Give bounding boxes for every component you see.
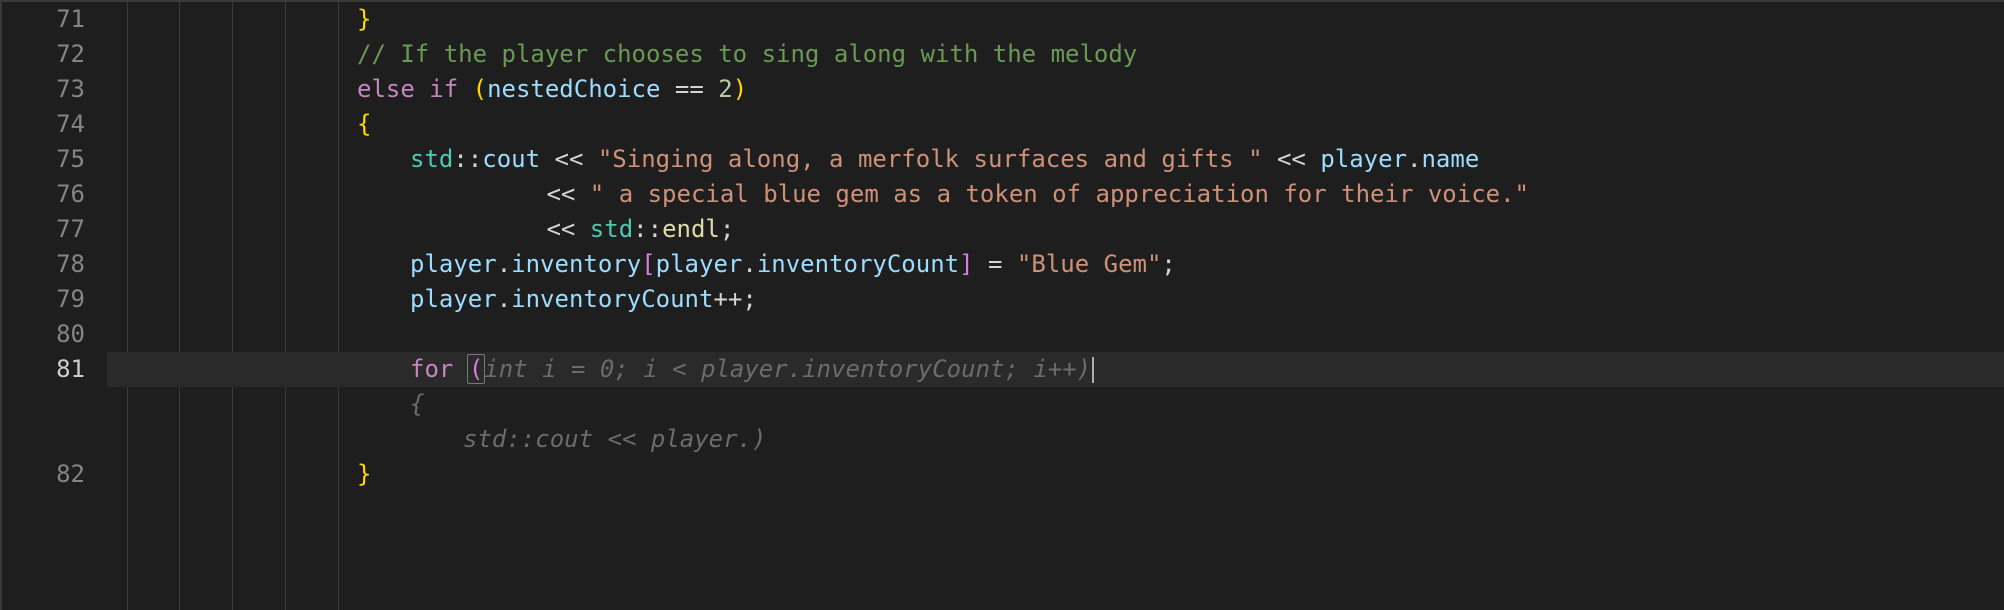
line-number: 75 [2,142,85,177]
scope-op: :: [633,215,662,243]
operator: ++ [713,285,742,313]
identifier: endl [662,215,720,243]
number-literal: 2 [718,75,732,103]
operator: << [532,180,590,208]
dot-op: . [497,250,511,278]
line-number: 79 [2,282,85,317]
code-line[interactable]: } [107,2,2004,37]
scope-op: :: [453,145,482,173]
code-line[interactable]: << std::endl; [107,212,2004,247]
line-number [2,422,85,457]
string-literal: "Blue Gem" [1017,250,1162,278]
line-number-gutter: 71 72 73 74 75 76 77 78 79 80 81 82 [2,2,107,610]
keyword-else: else [357,75,415,103]
operator: = [974,250,1017,278]
semicolon: ; [1161,250,1175,278]
brace-close: } [357,460,371,488]
keyword-for: for [410,355,453,383]
line-number: 78 [2,247,85,282]
member: inventory [511,250,641,278]
paren-open: ( [473,75,487,103]
bracket-close: ] [959,250,973,278]
brace-close: } [357,5,371,33]
identifier: cout [482,145,540,173]
identifier: player [410,285,497,313]
line-number: 76 [2,177,85,212]
operator: << [532,215,590,243]
string-literal: "Singing along, a merfolk surfaces and g… [598,145,1263,173]
code-line[interactable]: << " a special blue gem as a token of ap… [107,177,2004,212]
operator: << [1263,145,1321,173]
code-line[interactable]: for (int i = 0; i < player.inventoryCoun… [107,352,2004,387]
line-number: 82 [2,457,85,492]
code-line[interactable]: { [107,387,2004,422]
line-number: 80 [2,317,85,352]
line-number: 73 [2,72,85,107]
line-number [2,387,85,422]
identifier: player [656,250,743,278]
comment: // If the player chooses to sing along w… [357,40,1137,68]
operator: == [660,75,718,103]
line-number: 74 [2,107,85,142]
line-number: 77 [2,212,85,247]
member: inventoryCount [757,250,959,278]
code-line[interactable]: } [107,457,2004,492]
dot-op: . [1407,145,1421,173]
member: inventoryCount [511,285,713,313]
inline-suggestion: int i = 0; i < player.inventoryCount; i+… [484,355,1091,383]
code-area[interactable]: } // If the player chooses to sing along… [107,2,2004,610]
inline-suggestion: { [410,390,424,418]
semicolon: ; [742,285,756,313]
identifier: player [410,250,497,278]
code-line[interactable]: player.inventory[player.inventoryCount] … [107,247,2004,282]
dot-op: . [742,250,756,278]
dot-op: . [497,285,511,313]
code-line[interactable] [107,317,2004,352]
line-number: 72 [2,37,85,72]
text-cursor [1092,357,1094,383]
code-line[interactable]: { [107,107,2004,142]
member: name [1421,145,1479,173]
keyword-if: if [429,75,458,103]
code-line[interactable]: std::cout << "Singing along, a merfolk s… [107,142,2004,177]
line-number: 71 [2,2,85,37]
code-editor[interactable]: 71 72 73 74 75 76 77 78 79 80 81 82 } //… [0,0,2004,610]
string-literal: " a special blue gem as a token of appre… [590,180,1529,208]
code-line[interactable]: else if (nestedChoice == 2) [107,72,2004,107]
code-line[interactable]: player.inventoryCount++; [107,282,2004,317]
code-line[interactable]: // If the player chooses to sing along w… [107,37,2004,72]
bracket-open: [ [641,250,655,278]
namespace: std [410,145,453,173]
semicolon: ; [720,215,734,243]
inline-suggestion: std::cout << player.) [463,425,766,453]
paren-close: ) [733,75,747,103]
identifier: player [1320,145,1407,173]
identifier: nestedChoice [487,75,660,103]
line-number: 81 [2,352,85,387]
paren-open: ( [467,354,485,384]
namespace: std [590,215,633,243]
brace-open: { [357,110,371,138]
code-line[interactable]: std::cout << player.) [107,422,2004,457]
operator: << [540,145,598,173]
